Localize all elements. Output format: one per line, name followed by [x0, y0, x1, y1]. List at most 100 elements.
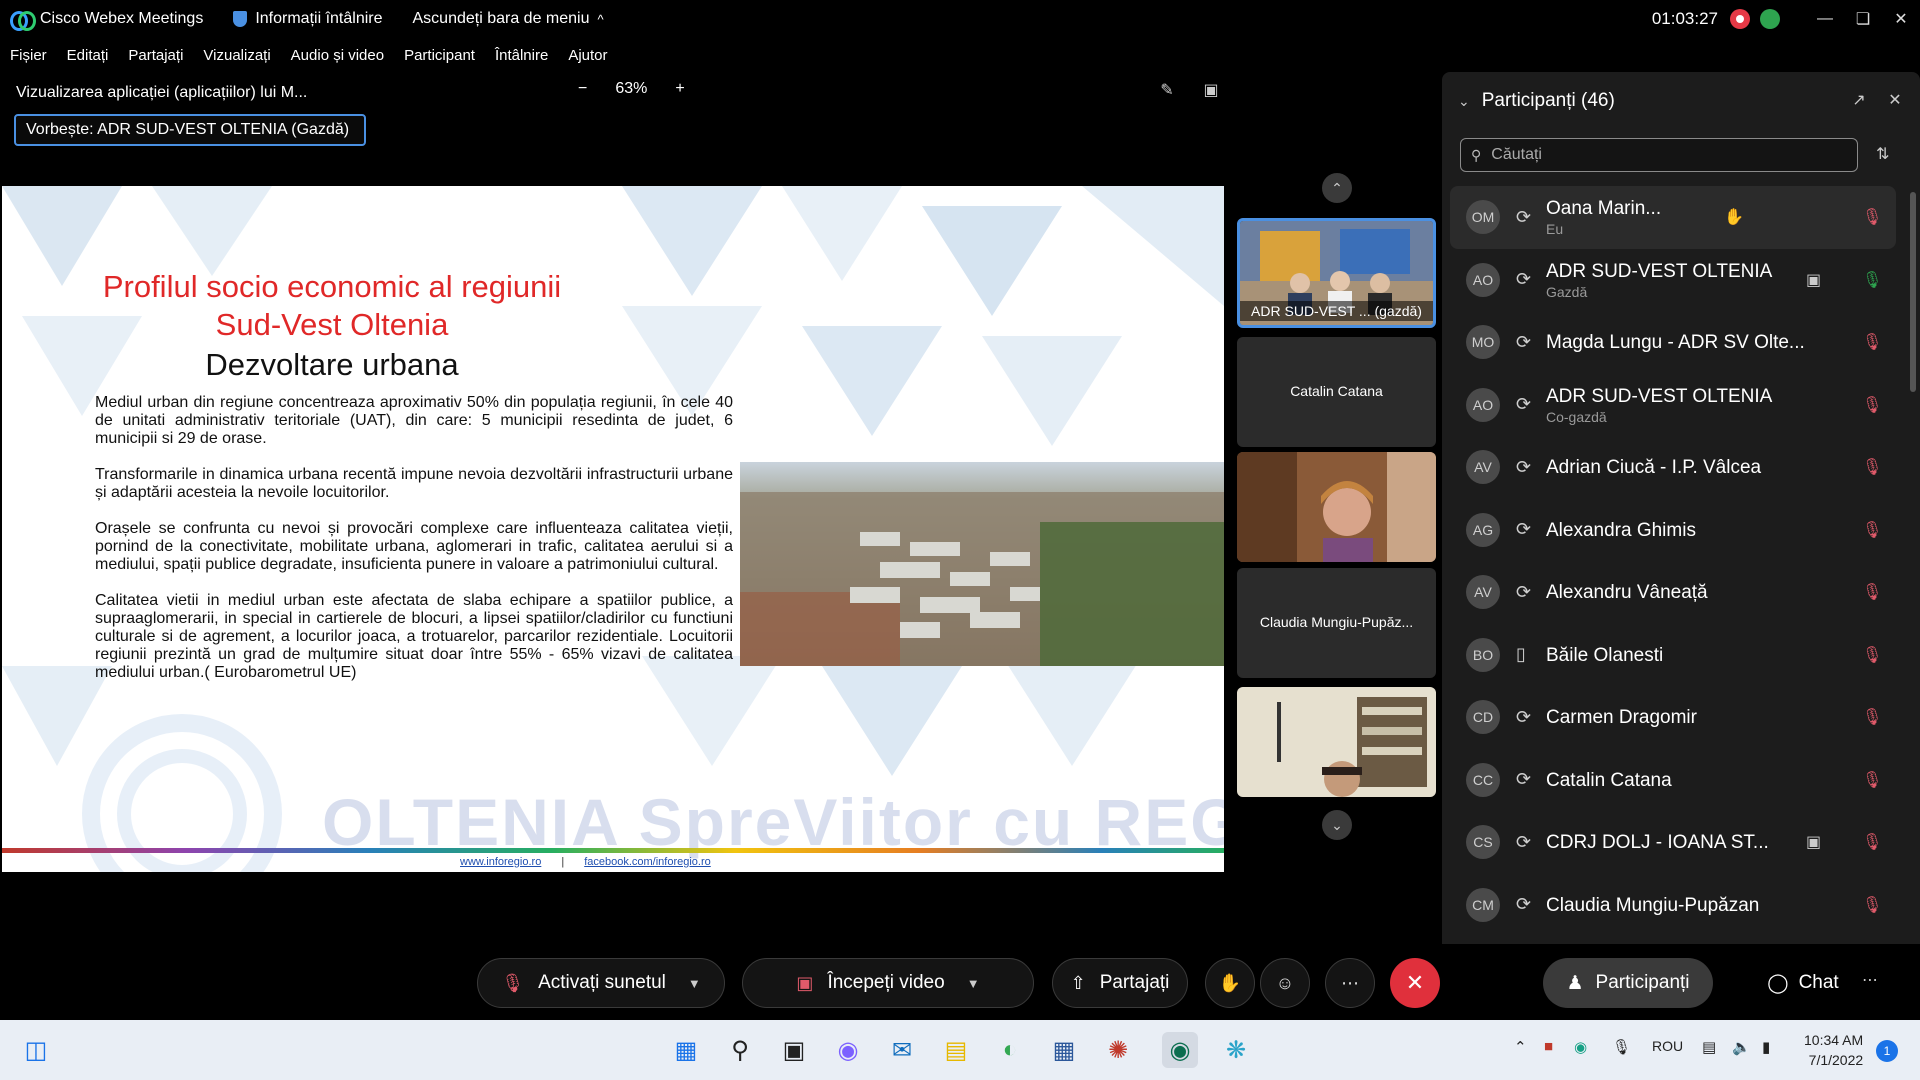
participant-row[interactable]: CC ⟳ Catalin Catana 🎙 — [1450, 749, 1896, 812]
search-input[interactable] — [1491, 146, 1832, 164]
volume-icon[interactable]: 🔈 — [1732, 1038, 1751, 1056]
menu-view[interactable]: Vizualizați — [203, 47, 270, 64]
network-icon[interactable]: ▤ — [1702, 1038, 1716, 1056]
windows-start-icon[interactable]: ▦ — [668, 1032, 704, 1068]
leave-meeting-button[interactable]: ✕ — [1390, 958, 1440, 1008]
tray-app-icon[interactable]: ■ — [1544, 1038, 1553, 1055]
minimize-button[interactable]: — — [1806, 10, 1844, 28]
network-app-icon[interactable]: ❋ — [1218, 1032, 1254, 1068]
menu-edit[interactable]: Editați — [67, 47, 109, 64]
menu-meeting[interactable]: Întâlnire — [495, 47, 548, 64]
participant-row[interactable]: AG ⟳ Alexandra Ghimis 🎙 — [1450, 499, 1896, 562]
muted-mic-icon[interactable]: 🎙 — [1862, 332, 1882, 352]
popout-panel-icon[interactable]: ↗ — [1848, 90, 1870, 110]
participant-row[interactable]: CM ⟳ Claudia Mungiu-Pupăzan 🎙 — [1450, 874, 1896, 937]
menu-audio-video[interactable]: Audio și video — [291, 47, 384, 64]
video-thumbnail-participant-5[interactable] — [1237, 687, 1436, 797]
menu-participant[interactable]: Participant — [404, 47, 475, 64]
annotate-icon[interactable]: ✎ — [1152, 80, 1182, 100]
teams-chat-icon[interactable]: ◉ — [830, 1032, 866, 1068]
raise-hand-button[interactable]: ✋ — [1205, 958, 1255, 1008]
language-indicator[interactable]: ROU — [1652, 1038, 1683, 1054]
restore-button[interactable]: ❏ — [1844, 9, 1882, 29]
more-options-button[interactable]: ⋯ — [1325, 958, 1375, 1008]
video-thumbnail-catalin-catana[interactable]: Catalin Catana — [1237, 337, 1436, 447]
participant-search[interactable]: ⚲ — [1460, 138, 1858, 172]
word-icon[interactable]: ▦ — [1046, 1032, 1082, 1068]
zoom-in-button[interactable]: + — [675, 80, 684, 98]
unmute-button[interactable]: 🎙 Activați sunetul ▼ — [477, 958, 725, 1008]
menu-file[interactable]: Fișier — [10, 47, 47, 64]
video-thumbnail-host[interactable]: ADR SUD-VEST ... (gazdă) — [1237, 218, 1436, 328]
sync-icon: ⟳ — [1516, 456, 1532, 477]
muted-mic-icon[interactable]: 🎙 — [1862, 520, 1882, 540]
muted-mic-icon[interactable]: 🎙 — [1862, 582, 1882, 602]
task-view-icon[interactable]: ◫ — [18, 1032, 54, 1068]
tray-chevron-up-icon[interactable]: ⌃ — [1514, 1038, 1527, 1056]
video-icon: ▣ — [1806, 271, 1822, 289]
close-window-button[interactable]: ✕ — [1882, 9, 1920, 29]
network-health-icon[interactable] — [1760, 9, 1780, 29]
muted-mic-icon[interactable]: 🎙 — [1862, 770, 1882, 790]
meeting-info-button[interactable]: Informații întâlnire — [233, 10, 383, 28]
zoom-out-button[interactable]: − — [578, 80, 587, 98]
participant-row[interactable]: AV ⟳ Adrian Ciucă - I.P. Vâlcea 🎙 — [1450, 436, 1896, 499]
chrome-icon[interactable]: ◐ — [992, 1032, 1028, 1068]
menu-help[interactable]: Ajutor — [568, 47, 607, 64]
participant-row[interactable]: OM ⟳ Oana Marin... Eu ✋ 🎙 — [1450, 186, 1896, 249]
chevron-down-icon[interactable]: ⌄ — [1458, 93, 1470, 110]
participant-row[interactable]: MO ⟳ Magda Lungu - ADR SV Olte... 🎙 — [1450, 311, 1896, 374]
active-mic-icon[interactable]: 🎙 — [1862, 270, 1882, 290]
muted-mic-icon[interactable]: 🎙 — [1862, 707, 1882, 727]
outlook-icon[interactable]: ✉ — [884, 1032, 920, 1068]
muted-mic-icon[interactable]: 🎙 — [1862, 645, 1882, 665]
notification-badge[interactable]: 1 — [1876, 1040, 1898, 1062]
chat-button[interactable]: ◯ Chat — [1738, 958, 1868, 1008]
file-explorer-icon[interactable]: ▤ — [938, 1032, 974, 1068]
desktops-icon[interactable]: ▣ — [776, 1032, 812, 1068]
close-panel-icon[interactable]: ✕ — [1884, 90, 1906, 110]
facebook-link[interactable]: facebook.com/inforegio.ro — [584, 856, 711, 868]
microphone-icon[interactable]: 🎙 — [1612, 1038, 1631, 1056]
participants-toggle-button[interactable]: ♟ Participanți — [1543, 958, 1713, 1008]
participant-row[interactable]: AV ⟳ Alexandru Vâneață 🎙 — [1450, 561, 1896, 624]
panel-more-icon[interactable]: ⋯ — [1862, 970, 1878, 990]
muted-mic-icon[interactable]: 🎙 — [1862, 207, 1882, 227]
inforegio-link[interactable]: www.inforegio.ro — [460, 856, 541, 868]
hide-menu-bar-button[interactable]: Ascundeți bara de meniu ^ — [413, 10, 604, 28]
battery-icon[interactable]: ▮ — [1762, 1038, 1770, 1056]
participants-panel-header[interactable]: ⌄ Participanți (46) — [1458, 90, 1615, 112]
reactions-button[interactable]: ☺ — [1260, 958, 1310, 1008]
participant-row[interactable]: CD ⟳ Carmen Dragomir 🎙 — [1450, 686, 1896, 749]
video-thumbnail-claudia-mungiu[interactable]: Claudia Mungiu-Pupăz... — [1237, 568, 1436, 678]
video-thumbnail-participant-3[interactable] — [1237, 452, 1436, 562]
participant-row[interactable]: BO ▯ Băile Olanesti 🎙 — [1450, 624, 1896, 687]
participants-scrollbar[interactable] — [1910, 192, 1916, 392]
popout-view-icon[interactable]: ▣ — [1196, 80, 1226, 100]
muted-mic-icon[interactable]: 🎙 — [1862, 832, 1882, 852]
participant-name: Carmen Dragomir — [1546, 707, 1697, 728]
participant-row[interactable]: AO ⟳ ADR SUD-VEST OLTENIA Gazdă ▣ 🎙 — [1450, 249, 1896, 312]
slide-paragraph-4: Calitatea vietii in mediul urban este af… — [95, 592, 733, 681]
thumbnails-scroll-down-button[interactable]: ⌄ — [1322, 810, 1352, 840]
avatar: MO — [1466, 325, 1500, 360]
muted-mic-icon[interactable]: 🎙 — [1862, 895, 1882, 915]
thumbnails-scroll-up-button[interactable]: ⌃ — [1322, 173, 1352, 203]
start-video-button[interactable]: ▣ Începeți video ▼ — [742, 958, 1034, 1008]
menu-share[interactable]: Partajați — [128, 47, 183, 64]
participant-row[interactable]: AO ⟳ ADR SUD-VEST OLTENIA Co-gazdă 🎙 — [1450, 374, 1896, 437]
chevron-down-icon[interactable]: ▼ — [967, 976, 980, 991]
acrobat-icon[interactable]: ✺ — [1100, 1032, 1136, 1068]
muted-mic-icon[interactable]: 🎙 — [1862, 395, 1882, 415]
participant-row[interactable]: CS ⟳ CDRJ DOLJ - IOANA ST... ▣ 🎙 — [1450, 811, 1896, 874]
chevron-down-icon[interactable]: ▼ — [688, 976, 701, 991]
recording-icon[interactable] — [1730, 9, 1750, 29]
share-button[interactable]: ⇧ Partajați — [1052, 958, 1188, 1008]
tray-app-icon-2[interactable]: ◉ — [1574, 1038, 1587, 1056]
webex-taskbar-icon[interactable]: ◉ — [1162, 1032, 1198, 1068]
active-speaker-label: Vorbește: ADR SUD-VEST OLTENIA (Gazdă) — [14, 114, 366, 146]
muted-mic-icon[interactable]: 🎙 — [1862, 457, 1882, 477]
sort-icon[interactable]: ⇅ — [1876, 144, 1889, 164]
system-clock[interactable]: 10:34 AM 7/1/2022 — [1804, 1030, 1863, 1070]
search-icon[interactable]: ⚲ — [722, 1032, 758, 1068]
